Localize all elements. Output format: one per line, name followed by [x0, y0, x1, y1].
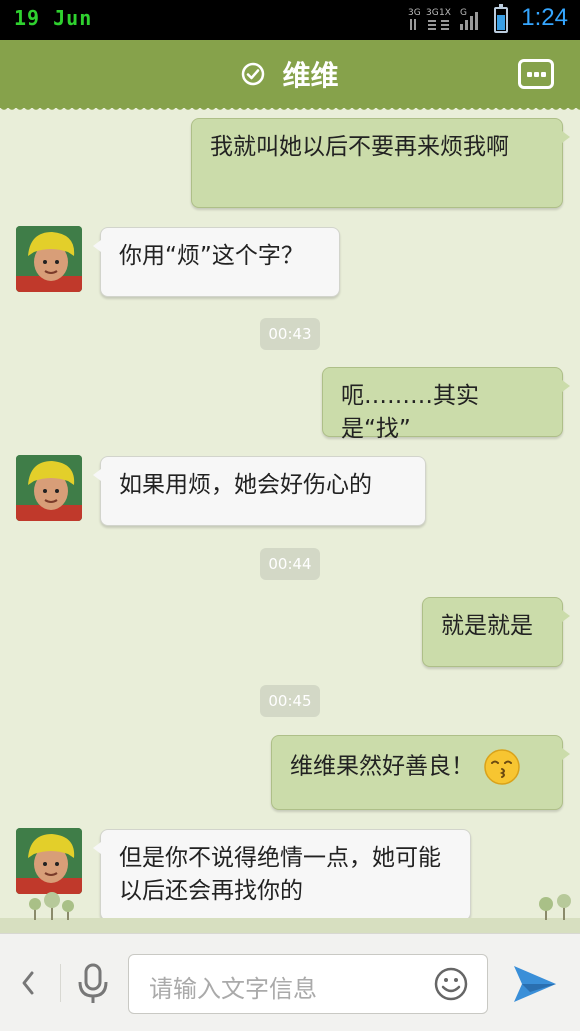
message-text: 呃………其实是“找” [341, 383, 479, 442]
avatar[interactable] [16, 828, 82, 894]
message-text: 如果用烦，她会好伤心的 [119, 472, 372, 498]
avatar[interactable] [16, 226, 82, 292]
network-label-2: 3G [426, 8, 439, 18]
avatar-photo-icon [16, 455, 82, 521]
message-bubble-outgoing[interactable]: 呃………其实是“找” [322, 367, 570, 442]
message-bubble-outgoing[interactable]: 维维果然好善良！ [271, 735, 570, 810]
status-bar: 19 Jun 3G 3G 1X G 1:24 [0, 0, 580, 40]
network-label-4: G [460, 8, 467, 18]
message-text: 就是就是 [441, 613, 533, 639]
message-bubble-outgoing[interactable]: 就是就是 [422, 597, 570, 667]
smiley-icon[interactable] [433, 966, 469, 1002]
divider [60, 964, 61, 1002]
microphone-icon[interactable] [74, 962, 112, 1006]
network-label-3: 1X [439, 8, 451, 18]
status-date: 19 Jun [14, 6, 93, 30]
contact-name: 维维 [282, 59, 339, 92]
kiss-face-emoji-icon [484, 749, 521, 785]
avatar-photo-icon [16, 226, 82, 292]
battery-icon [494, 4, 508, 33]
message-timestamp: 00:45 [260, 685, 320, 717]
message-list[interactable]: 我就叫她以后不要再来烦我啊 你用“烦”这个字？ 00:43 呃………其实是“找”… [0, 110, 580, 932]
more-options-button[interactable] [518, 59, 554, 89]
battery-level [497, 14, 505, 30]
chevron-left-icon[interactable] [16, 968, 40, 998]
decorative-trees-icon [0, 892, 580, 934]
avatar-photo-icon [16, 828, 82, 894]
input-bar: 请输入文字信息 [0, 933, 580, 1031]
message-timestamp: 00:44 [260, 548, 320, 580]
network-signal-icon: 3G 3G 1X G [408, 8, 478, 30]
message-text: 你用“烦”这个字？ [119, 243, 304, 269]
network-label-1: 3G [408, 8, 421, 18]
check-circle-icon [242, 62, 265, 86]
message-input-placeholder: 请输入文字信息 [149, 975, 317, 1003]
message-bubble-incoming[interactable]: 你用“烦”这个字？ [93, 227, 340, 297]
message-input[interactable]: 请输入文字信息 [128, 954, 488, 1014]
message-text: 维维果然好善良！ [290, 753, 474, 780]
message-timestamp: 00:43 [260, 318, 320, 350]
chat-header: 维维 [0, 40, 580, 114]
status-time: 1:24 [521, 4, 568, 31]
message-bubble-incoming[interactable]: 如果用烦，她会好伤心的 [93, 456, 426, 526]
send-icon[interactable] [510, 962, 560, 1006]
message-text: 我就叫她以后不要再来烦我啊 [210, 134, 509, 160]
message-bubble-outgoing[interactable]: 我就叫她以后不要再来烦我啊 [191, 118, 570, 208]
avatar[interactable] [16, 455, 82, 521]
